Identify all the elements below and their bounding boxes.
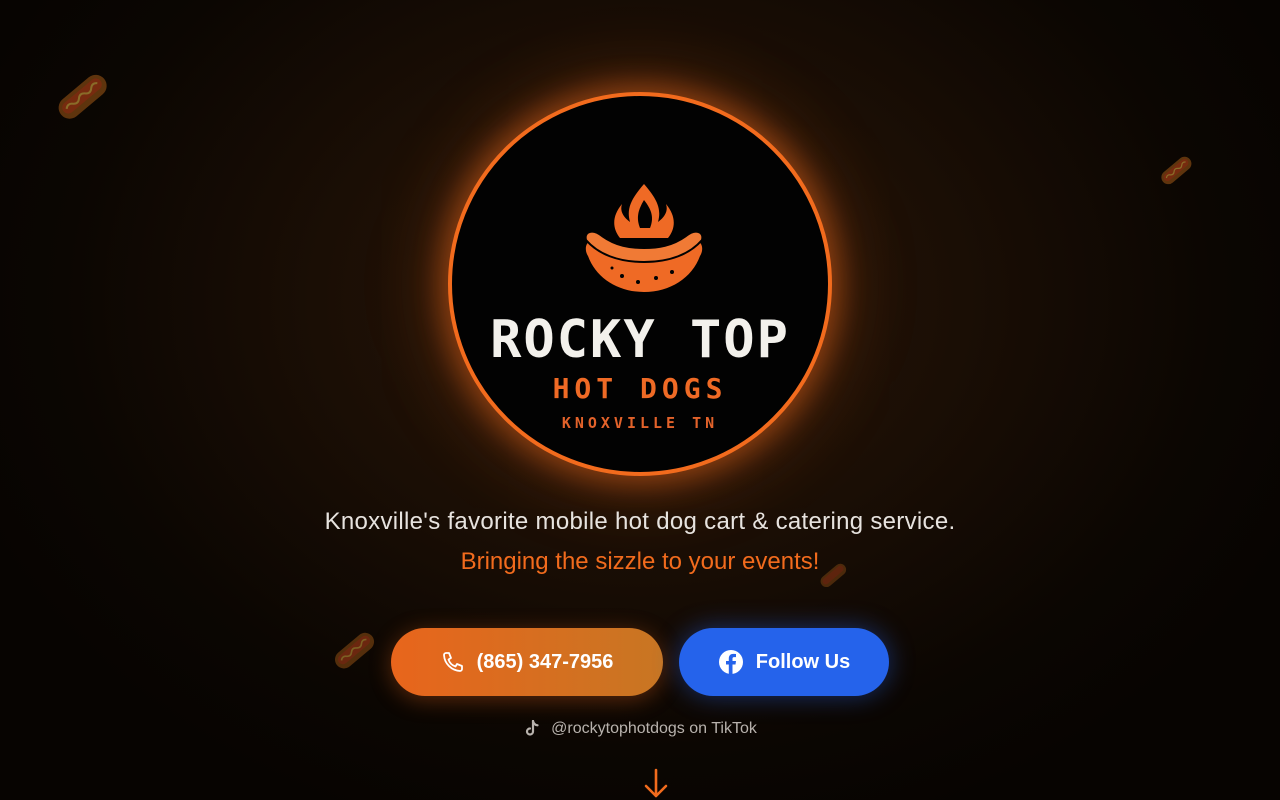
hotdog-decoration-icon xyxy=(1161,156,1192,185)
call-phone-button[interactable]: (865) 347-7956 xyxy=(391,628,663,696)
facebook-follow-button[interactable]: Follow Us xyxy=(679,628,889,696)
tiktok-icon xyxy=(526,720,539,736)
arrow-down-icon[interactable] xyxy=(643,768,669,800)
flaming-hotdog-icon xyxy=(584,184,704,292)
facebook-button-label: Follow Us xyxy=(755,650,851,673)
tagline: Knoxville's favorite mobile hot dog cart… xyxy=(324,508,956,535)
facebook-icon xyxy=(718,650,743,674)
hero-section: ROCKY TOP HOT DOGS KNOXVILLE TN Knoxvill… xyxy=(0,0,1280,800)
phone-button-label: (865) 347-7956 xyxy=(476,650,614,673)
logo-location: KNOXVILLE TN xyxy=(561,414,719,432)
tiktok-handle: @rockytophotdogs on TikTok xyxy=(551,720,757,737)
tiktok-link[interactable]: @rockytophotdogs on TikTok xyxy=(0,720,1280,738)
logo-title: ROCKY TOP xyxy=(490,310,790,370)
phone-icon xyxy=(442,652,463,672)
brand-logo: ROCKY TOP HOT DOGS KNOXVILLE TN xyxy=(448,92,832,476)
hotdog-decoration-icon xyxy=(58,74,107,119)
subtagline: Bringing the sizzle to your events! xyxy=(460,548,820,575)
logo-subtitle: HOT DOGS xyxy=(552,372,728,405)
hotdog-decoration-icon xyxy=(335,632,375,669)
